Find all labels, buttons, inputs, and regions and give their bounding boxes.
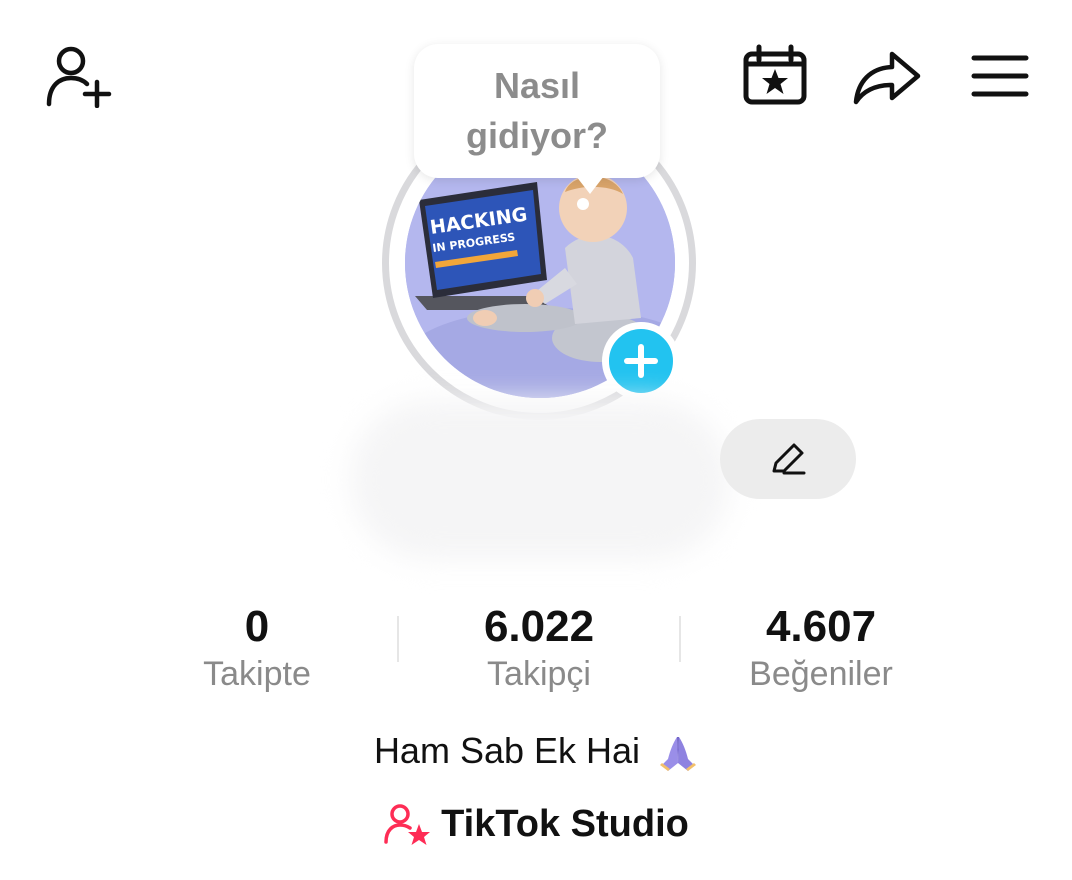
- calendar-star-icon: [743, 44, 807, 105]
- tiktok-studio-link[interactable]: TikTok Studio: [0, 800, 1072, 848]
- stat-likes-value: 4.607: [765, 602, 877, 651]
- edit-profile-button[interactable]: [720, 419, 856, 499]
- status-bubble-text: Nasıl gidiyor?: [466, 65, 608, 156]
- tiktok-studio-label: TikTok Studio: [441, 803, 689, 845]
- share-button[interactable]: [852, 48, 922, 106]
- plus-icon: [624, 344, 658, 378]
- stat-following[interactable]: 0 Takipte: [127, 600, 387, 694]
- person-plus-icon: [46, 46, 112, 108]
- folded-hands-icon: [658, 733, 698, 773]
- hamburger-menu-icon: [971, 55, 1029, 97]
- stat-following-value: 0: [244, 602, 270, 651]
- share-arrow-icon: [853, 51, 921, 105]
- stat-followers-label: Takipçi: [487, 655, 591, 693]
- bio-text: Ham Sab Ek Hai: [373, 730, 641, 771]
- stat-divider: [397, 616, 399, 662]
- bubble-pointer-dot: [577, 198, 589, 210]
- stat-likes[interactable]: 4.607 Beğeniler: [691, 600, 951, 694]
- stat-followers[interactable]: 6.022 Takipçi: [409, 600, 669, 694]
- person-star-icon: [383, 802, 431, 846]
- stat-divider: [679, 616, 681, 662]
- pencil-icon: [772, 443, 806, 475]
- username-redacted: [350, 400, 730, 560]
- add-friend-button[interactable]: [44, 44, 114, 108]
- stat-following-label: Takipte: [203, 655, 311, 693]
- add-story-button[interactable]: [602, 322, 680, 400]
- calendar-button[interactable]: [742, 44, 808, 106]
- menu-button[interactable]: [970, 52, 1030, 100]
- stat-likes-label: Beğeniler: [749, 655, 893, 693]
- profile-bio: Ham Sab Ek Hai: [0, 726, 1072, 776]
- stat-followers-value: 6.022: [483, 602, 595, 651]
- status-bubble[interactable]: Nasıl gidiyor?: [414, 44, 660, 194]
